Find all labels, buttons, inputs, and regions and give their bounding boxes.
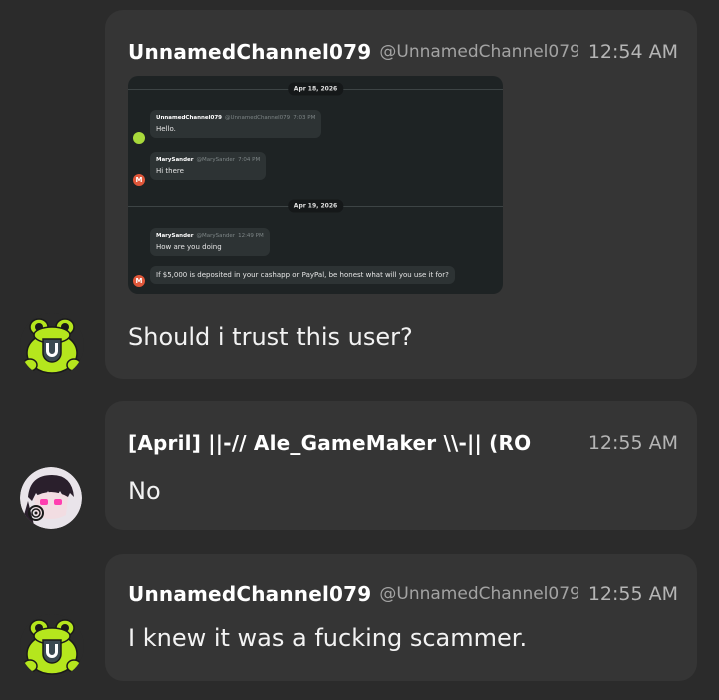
embedded-message: If $5,000 is deposited in your cashapp o…: [150, 266, 455, 284]
timestamp: 12:55 AM: [587, 583, 678, 605]
timestamp: 12:55 AM: [587, 432, 678, 454]
embedded-message: MarySander @MarySander 7:04 PM Hi there: [150, 152, 267, 180]
embedded-time: 7:04 PM: [238, 157, 261, 163]
message-text: Should i trust this user?: [128, 323, 413, 351]
embedded-text: Hi there: [156, 167, 184, 175]
message-text: I knew it was a fucking scammer.: [128, 624, 528, 652]
date-pill: Apr 18, 2026: [287, 82, 344, 96]
author-handle[interactable]: @UnnamedChannel079: [379, 584, 577, 604]
embedded-author: UnnamedChannel079: [156, 115, 222, 121]
message-bubble[interactable]: [April] ||-// Ale_GameMaker \\-|| (RO 12…: [105, 401, 697, 530]
author-handle-wrap: @UnnamedChannel079: [379, 584, 577, 604]
author-handle-wrap: @UnnamedChannel079: [379, 42, 577, 62]
embedded-author: MarySander: [156, 233, 194, 239]
embedded-message-header: UnnamedChannel079 @UnnamedChannel079 7:03 …: [156, 115, 315, 121]
message-bubble[interactable]: UnnamedChannel079 @UnnamedChannel079 12:…: [105, 10, 697, 379]
frog-avatar-icon[interactable]: [20, 313, 84, 377]
embedded-message-header: MarySander @MarySander 7:04 PM: [156, 157, 260, 163]
embedded-m-avatar-icon: M: [133, 174, 145, 186]
embedded-author: MarySander: [156, 157, 194, 163]
frog-avatar-icon[interactable]: [20, 614, 84, 678]
embedded-message: MarySander @MarySander 12:49 PM How are yo…: [150, 228, 270, 256]
embedded-text: How are you doing: [156, 243, 222, 251]
anime-avatar-icon[interactable]: [20, 467, 82, 529]
timestamp: 12:54 AM: [587, 41, 678, 63]
embedded-handle: @MarySander: [196, 233, 236, 239]
embedded-time: 7:03 PM: [293, 115, 316, 121]
embedded-handle: @UnnamedChannel079: [225, 115, 291, 121]
embedded-time: 12:49 PM: [238, 233, 264, 239]
author-name-wrap: [April] ||-// Ale_GameMaker \\-|| (RO: [128, 431, 578, 455]
author-handle[interactable]: @UnnamedChannel079: [379, 42, 577, 62]
message-text: No: [128, 477, 161, 505]
message-header: [April] ||-// Ale_GameMaker \\-|| (RO 12…: [128, 429, 678, 457]
embedded-m-avatar-icon: M: [133, 275, 145, 287]
date-pill: Apr 19, 2026: [287, 199, 344, 213]
embedded-handle: @MarySander: [196, 157, 236, 163]
author-name[interactable]: [April] ||-// Ale_GameMaker \\-|| (RO: [128, 431, 578, 455]
author-name[interactable]: UnnamedChannel079: [128, 582, 371, 606]
message-bubble[interactable]: UnnamedChannel079 @UnnamedChannel079 12:…: [105, 554, 697, 681]
message-header: UnnamedChannel079 @UnnamedChannel079 12:…: [128, 38, 678, 66]
embedded-message-header: MarySander @MarySander 12:49 PM: [156, 233, 264, 239]
embedded-frog-avatar-icon: [133, 132, 145, 144]
embedded-text: If $5,000 is deposited in your cashapp o…: [156, 271, 449, 279]
message-header: UnnamedChannel079 @UnnamedChannel079 12:…: [128, 580, 678, 608]
embedded-text: Hello.: [156, 125, 176, 133]
attached-screenshot[interactable]: Apr 18, 2026 UnnamedChannel079 @UnnamedCh…: [128, 76, 503, 294]
embedded-message: UnnamedChannel079 @UnnamedChannel079 7:03 …: [150, 110, 322, 138]
author-name[interactable]: UnnamedChannel079: [128, 40, 371, 64]
